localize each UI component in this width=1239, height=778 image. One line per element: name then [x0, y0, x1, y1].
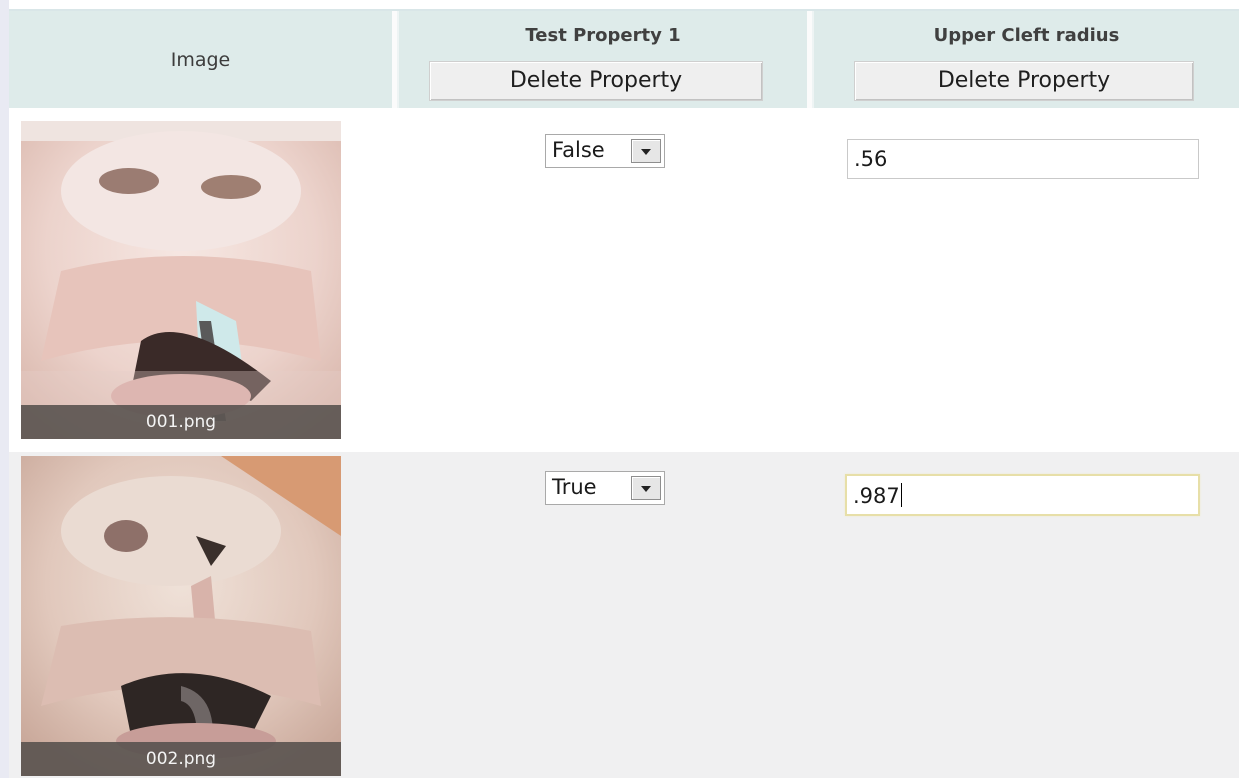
- cleft-photo-image: [21, 121, 341, 439]
- header-upper-cleft-column: Upper Cleft radius Delete Property: [812, 11, 1239, 108]
- image-thumbnail-002[interactable]: 002.png: [21, 456, 341, 776]
- row-divider: [9, 444, 1239, 452]
- test-property-select[interactable]: False: [545, 134, 665, 168]
- image-caption: 001.png: [21, 405, 341, 439]
- page: Image Test Property 1 Delete Property Up…: [0, 0, 1239, 778]
- upper-cleft-radius-input-focused[interactable]: .987: [845, 474, 1200, 516]
- dropdown-arrow-icon[interactable]: [631, 139, 661, 163]
- property-grid: Image Test Property 1 Delete Property Up…: [9, 9, 1239, 778]
- input-value: .56: [854, 147, 888, 171]
- test-property-select[interactable]: True: [545, 471, 665, 505]
- upper-cleft-radius-input[interactable]: .56: [847, 139, 1199, 179]
- select-value: False: [552, 138, 605, 162]
- select-value: True: [552, 475, 597, 499]
- header-image-column: Image: [9, 11, 392, 108]
- delete-test-property-button[interactable]: Delete Property: [429, 61, 763, 101]
- table-row: 001.png False .56: [9, 117, 1239, 444]
- image-caption: 002.png: [21, 742, 341, 776]
- header-image-label: Image: [170, 49, 231, 71]
- header-test-property-column: Test Property 1 Delete Property: [397, 11, 807, 108]
- left-rail: [0, 0, 9, 778]
- input-value: .987: [853, 484, 900, 508]
- table-row: 002.png True .987: [9, 452, 1239, 778]
- dropdown-arrow-icon[interactable]: [631, 476, 661, 500]
- delete-upper-cleft-button[interactable]: Delete Property: [854, 61, 1194, 101]
- grid-header: Image Test Property 1 Delete Property Up…: [9, 11, 1239, 108]
- header-test-property-title: Test Property 1: [525, 25, 681, 46]
- header-upper-cleft-title: Upper Cleft radius: [933, 25, 1120, 46]
- text-caret: [900, 483, 902, 507]
- image-thumbnail-001[interactable]: 001.png: [21, 121, 341, 439]
- cleft-photo-image: [21, 456, 341, 776]
